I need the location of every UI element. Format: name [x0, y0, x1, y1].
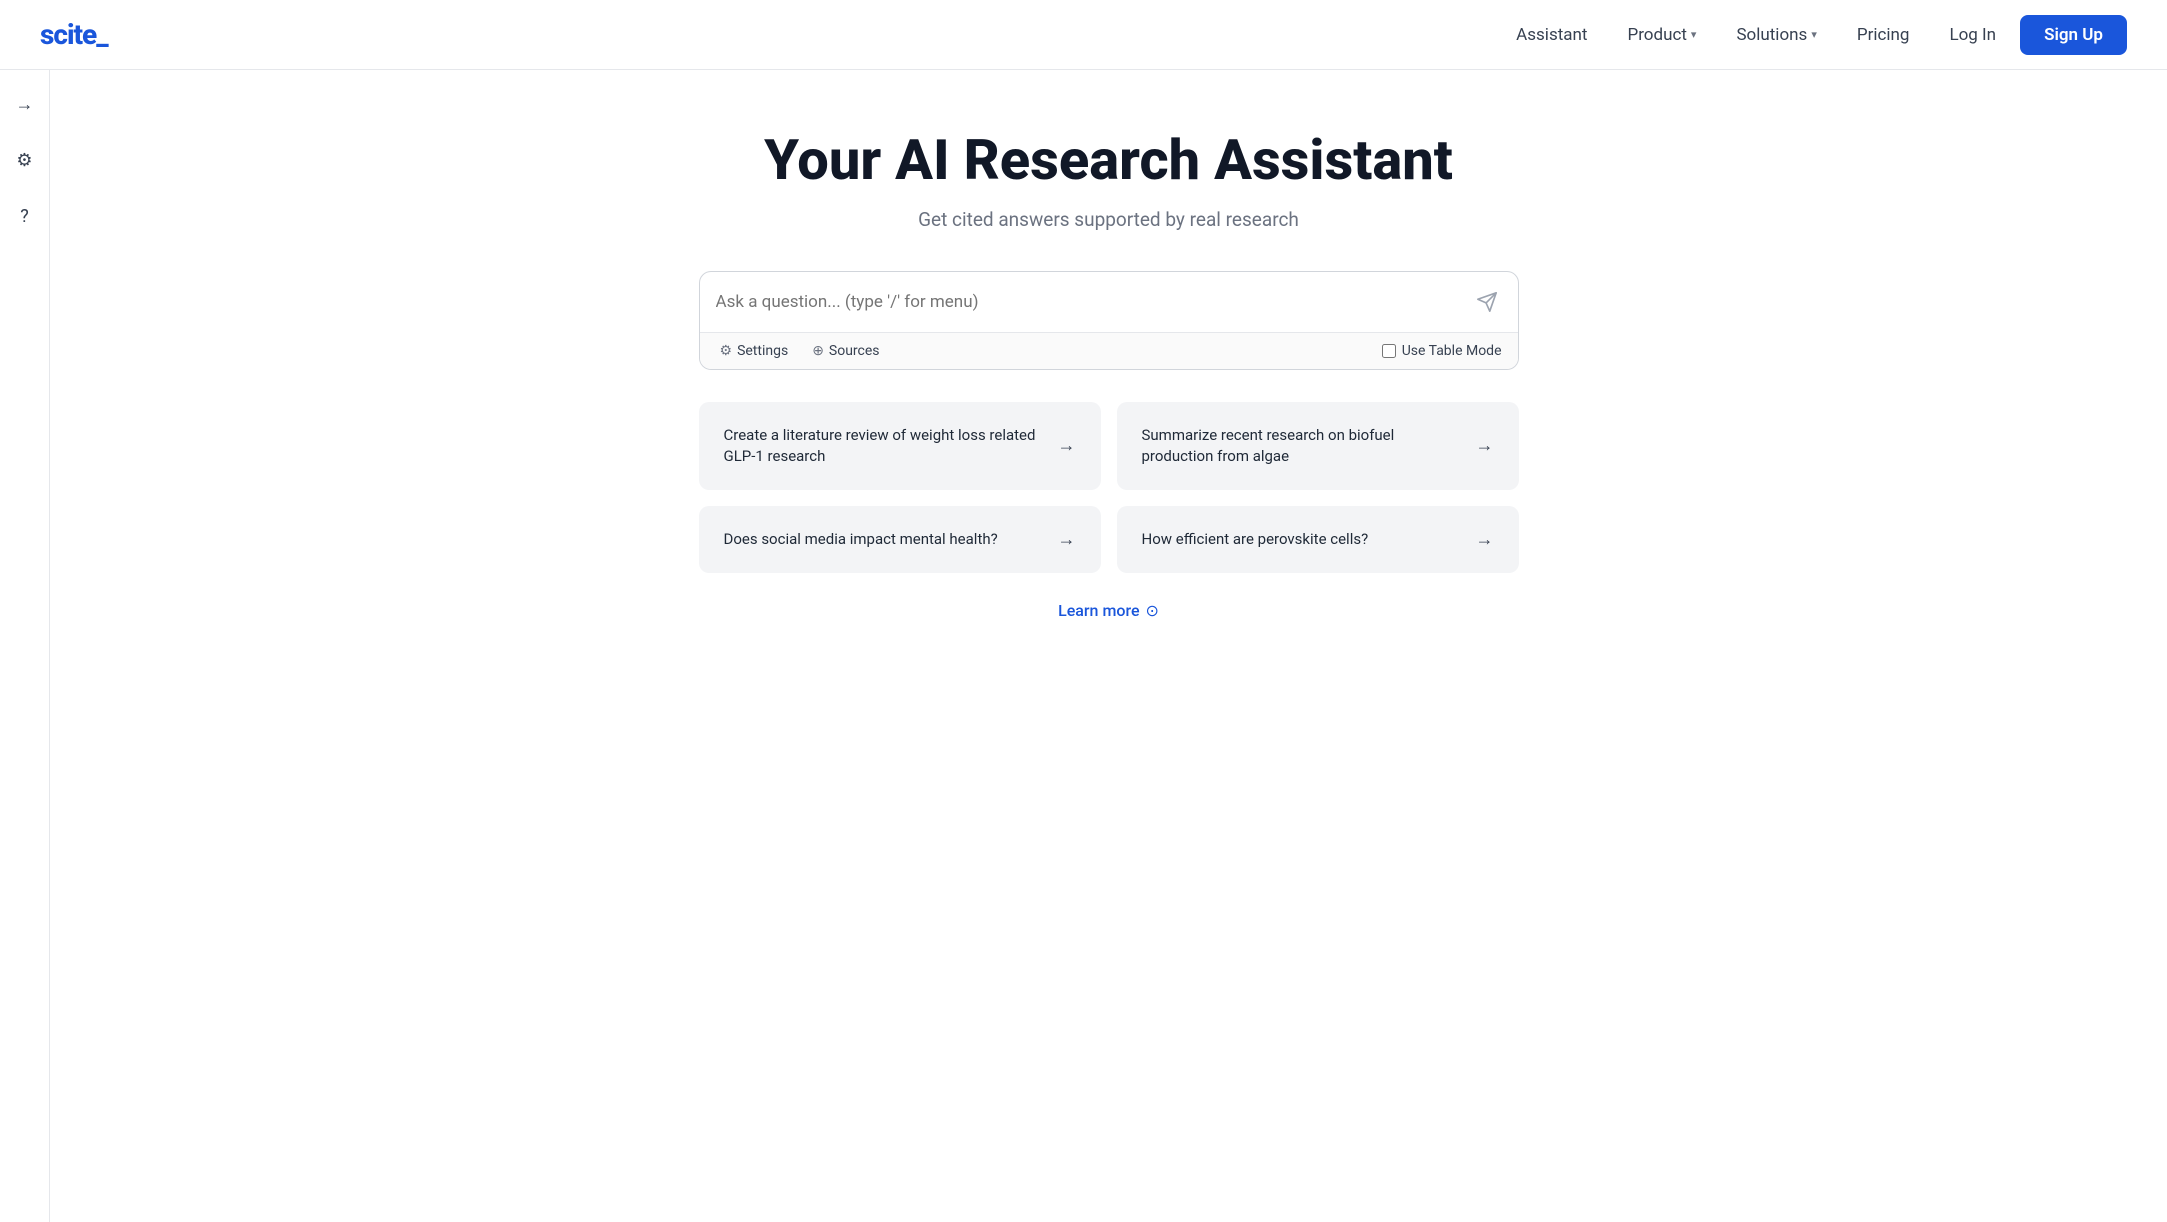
suggestion-card[interactable]: How efficient are perovskite cells? →	[1117, 506, 1519, 573]
learn-more-icon: ⊙	[1146, 601, 1159, 620]
sources-icon: ⊕	[812, 343, 824, 359]
nav-assistant[interactable]: Assistant	[1500, 17, 1603, 53]
table-mode-checkbox[interactable]	[1382, 344, 1396, 358]
suggestion-text: Does social media impact mental health?	[724, 529, 1058, 550]
nav-pricing[interactable]: Pricing	[1841, 17, 1926, 53]
sidebar: → ⚙ ?	[0, 70, 50, 1222]
settings-toolbar-button[interactable]: ⚙ Settings	[716, 341, 793, 361]
suggestion-card[interactable]: Create a literature review of weight los…	[699, 402, 1101, 490]
login-button[interactable]: Log In	[1933, 17, 2012, 53]
nav-product[interactable]: Product ▾	[1611, 17, 1712, 53]
suggestions-grid: Create a literature review of weight los…	[699, 402, 1519, 573]
suggestion-text: How efficient are perovskite cells?	[1142, 529, 1476, 550]
sources-toolbar-button[interactable]: ⊕ Sources	[808, 341, 883, 361]
sidebar-settings-icon[interactable]: ⚙	[7, 142, 43, 178]
main-content: Your AI Research Assistant Get cited ans…	[50, 70, 2167, 660]
solutions-chevron-icon: ▾	[1811, 28, 1817, 41]
suggestion-text: Create a literature review of weight los…	[724, 425, 1058, 467]
hero-title: Your AI Research Assistant	[764, 130, 1453, 192]
search-submit-button[interactable]	[1472, 287, 1502, 317]
logo[interactable]: scite_	[40, 18, 108, 51]
nav-right: Assistant Product ▾ Solutions ▾ Pricing …	[1500, 15, 2127, 55]
settings-icon: ⚙	[720, 343, 733, 359]
learn-more-button[interactable]: Learn more ⊙	[1058, 601, 1159, 620]
search-toolbar: ⚙ Settings ⊕ Sources Use Table Mode	[700, 332, 1518, 369]
suggestion-arrow-icon: →	[1058, 529, 1076, 550]
suggestion-arrow-icon: →	[1058, 435, 1076, 456]
search-container: ⚙ Settings ⊕ Sources Use Table Mode	[699, 271, 1519, 370]
suggestion-arrow-icon: →	[1476, 435, 1494, 456]
hero-subtitle: Get cited answers supported by real rese…	[918, 208, 1299, 231]
sidebar-arrow-icon[interactable]: →	[7, 86, 43, 122]
product-chevron-icon: ▾	[1691, 28, 1697, 41]
signup-button[interactable]: Sign Up	[2020, 15, 2127, 55]
suggestion-text: Summarize recent research on biofuel pro…	[1142, 425, 1476, 467]
suggestion-card[interactable]: Summarize recent research on biofuel pro…	[1117, 402, 1519, 490]
search-input-row	[700, 272, 1518, 332]
table-mode-toggle[interactable]: Use Table Mode	[1382, 343, 1502, 359]
suggestion-card[interactable]: Does social media impact mental health? …	[699, 506, 1101, 573]
sidebar-help-icon[interactable]: ?	[7, 198, 43, 234]
nav-solutions[interactable]: Solutions ▾	[1720, 17, 1832, 53]
toolbar-left: ⚙ Settings ⊕ Sources	[716, 341, 884, 361]
search-input[interactable]	[716, 272, 1472, 332]
send-icon	[1476, 291, 1498, 313]
suggestion-arrow-icon: →	[1476, 529, 1494, 550]
navigation: scite_ Assistant Product ▾ Solutions ▾ P…	[0, 0, 2167, 70]
